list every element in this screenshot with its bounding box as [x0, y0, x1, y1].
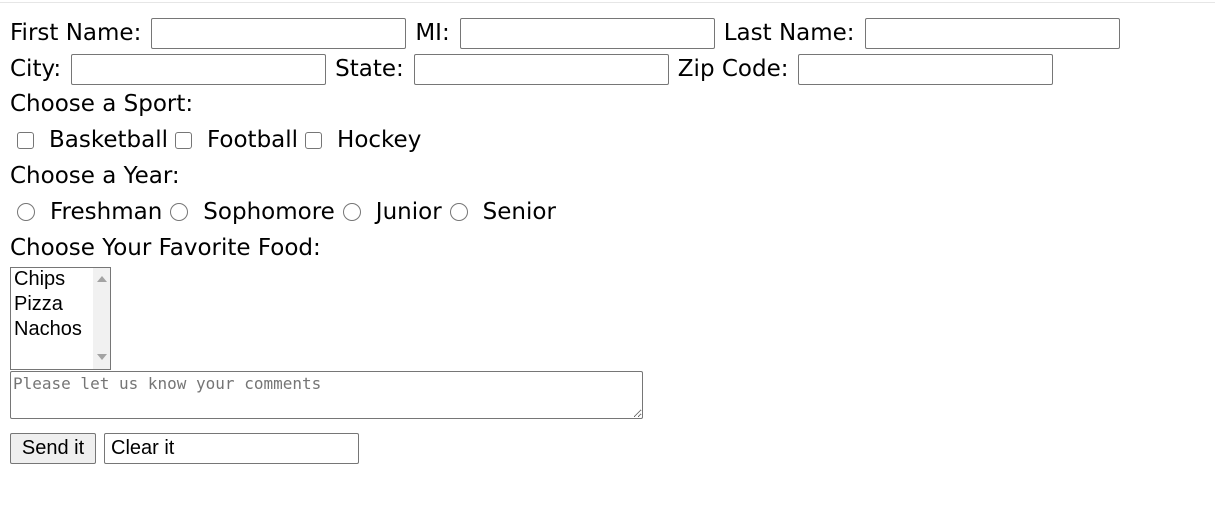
last-name-input[interactable] — [864, 17, 1120, 49]
freshman-radio[interactable] — [17, 203, 35, 221]
listbox-scrollbar[interactable] — [93, 268, 110, 369]
football-checkbox[interactable] — [175, 131, 192, 149]
mi-label: MI: — [415, 20, 450, 46]
food-option-chips[interactable]: Chips — [14, 267, 65, 292]
hockey-checkbox[interactable] — [305, 131, 323, 149]
zip-code-label: Zip Code: — [677, 56, 789, 82]
junior-label: Junior — [375, 199, 442, 225]
send-button[interactable]: Send it — [10, 433, 96, 464]
mi-input[interactable] — [459, 17, 715, 49]
hockey-label: Hockey — [337, 127, 422, 153]
top-divider — [0, 2, 1215, 3]
basketball-checkbox[interactable] — [17, 131, 34, 149]
address-row: City: State: Zip Code: — [10, 53, 1054, 85]
state-input[interactable] — [413, 53, 669, 85]
senior-radio[interactable] — [449, 203, 468, 221]
year-options: Freshman Sophomore Junior Senior — [9, 196, 556, 228]
food-heading: Choose Your Favorite Food: — [10, 235, 321, 261]
sport-heading: Choose a Sport: — [10, 91, 194, 117]
first-name-label: First Name: — [10, 20, 142, 46]
clear-button[interactable]: Clear it — [104, 433, 359, 464]
last-name-label: Last Name: — [723, 20, 855, 46]
chevron-up-icon[interactable] — [97, 276, 107, 282]
zip-code-input[interactable] — [798, 53, 1054, 85]
food-option-nachos[interactable]: Nachos — [14, 317, 82, 342]
food-listbox[interactable]: Chips Pizza Nachos — [10, 267, 111, 370]
city-label: City: — [10, 56, 62, 82]
junior-radio[interactable] — [342, 203, 361, 221]
state-label: State: — [335, 56, 404, 82]
year-heading: Choose a Year: — [10, 163, 180, 189]
first-name-input[interactable] — [151, 17, 407, 49]
sophomore-radio[interactable] — [170, 203, 189, 221]
sport-options: Basketball Football Hockey — [9, 124, 421, 156]
comments-textarea[interactable] — [10, 371, 643, 419]
chevron-down-icon[interactable] — [97, 354, 107, 360]
senior-label: Senior — [482, 199, 556, 225]
name-row: First Name: MI: Last Name: — [10, 17, 1120, 49]
basketball-label: Basketball — [49, 127, 168, 153]
freshman-label: Freshman — [50, 199, 163, 225]
city-input[interactable] — [71, 53, 327, 85]
sophomore-label: Sophomore — [203, 199, 335, 225]
football-label: Football — [207, 127, 299, 153]
food-option-pizza[interactable]: Pizza — [14, 292, 63, 317]
